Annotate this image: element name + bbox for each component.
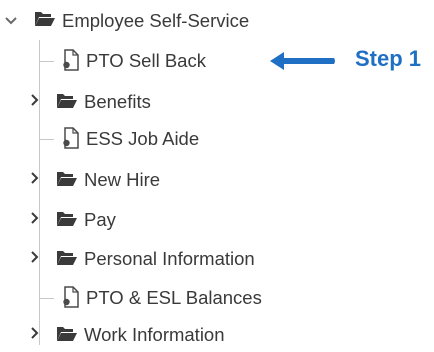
folder-open-icon [35, 12, 55, 26]
document-icon [63, 286, 79, 308]
tree-item-work-information[interactable]: Work Information [0, 320, 434, 350]
step-callout: Step 1 [268, 46, 428, 73]
tree-item-label: New Hire [84, 169, 161, 190]
chevron-right-icon[interactable] [27, 325, 43, 341]
tree-item-pto-esl-balances[interactable]: PTO & ESL Balances [0, 283, 434, 313]
tree-item-label: Pay [84, 209, 116, 230]
tree-item-pay[interactable]: Pay [0, 205, 434, 235]
tree-connector [40, 61, 54, 62]
tree-item-label: ESS Job Aide [86, 128, 200, 149]
tree-item-label: Benefits [84, 91, 151, 112]
document-icon [63, 127, 79, 149]
tree-connector [40, 298, 54, 299]
step-label: Step 1 [355, 46, 422, 71]
tree-item-ess-job-aide[interactable]: ESS Job Aide [0, 124, 434, 154]
chevron-right-icon[interactable] [27, 210, 43, 226]
tree-item-label: PTO Sell Back [86, 50, 206, 71]
folder-icon [57, 327, 77, 341]
tree-item-label: PTO & ESL Balances [86, 287, 262, 308]
folder-icon [57, 94, 77, 108]
tree-item-label: Employee Self-Service [62, 10, 250, 31]
folder-icon [57, 212, 77, 226]
tree-connector [40, 139, 54, 140]
tree-item-label: Personal Information [84, 248, 255, 269]
tree-item-new-hire[interactable]: New Hire [0, 165, 434, 195]
tree-item-benefits[interactable]: Benefits [0, 87, 434, 117]
chevron-right-icon[interactable] [27, 170, 43, 186]
document-icon [63, 49, 79, 71]
tree-item-personal-information[interactable]: Personal Information [0, 244, 434, 274]
tree-item-label: Work Information [84, 324, 225, 345]
folder-icon [57, 251, 77, 265]
chevron-down-icon[interactable] [3, 13, 19, 29]
folder-icon [57, 172, 77, 186]
tree-item-employee-self-service[interactable]: Employee Self-Service [0, 4, 434, 34]
chevron-right-icon[interactable] [27, 249, 43, 265]
arrow-left-icon [270, 52, 335, 70]
chevron-right-icon[interactable] [27, 92, 43, 108]
